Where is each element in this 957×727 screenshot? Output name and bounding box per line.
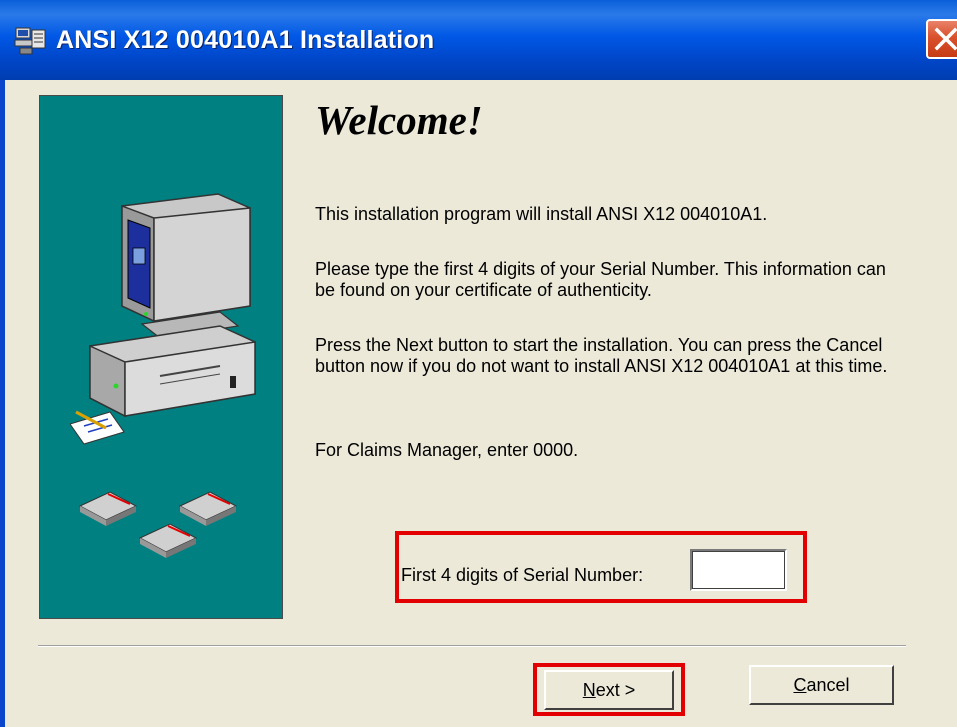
window-title: ANSI X12 004010A1 Installation [56,26,435,54]
next-button[interactable]: Next > [544,670,674,710]
cancel-label: ancel [806,675,850,695]
intro-text: This installation program will install A… [315,204,768,224]
next-mnemonic: N [582,680,596,700]
title-bar[interactable]: ANSI X12 004010A1 Installation [0,0,957,80]
serial-number-input[interactable] [690,549,787,591]
next-label: ext > [595,680,636,700]
close-button[interactable] [926,19,957,59]
divider-line [38,645,906,647]
window-frame-left [0,80,5,727]
side-panel-image [39,95,283,619]
cancel-button[interactable]: Cancel [749,665,894,705]
serial-instructions-text: Please type the first 4 digits of your S… [315,259,886,300]
serial-number-label: First 4 digits of Serial Number: [401,565,644,585]
welcome-heading: Welcome! [315,97,483,143]
computer-illustration [70,193,256,445]
claims-manager-note: For Claims Manager, enter 0000. [315,440,579,460]
next-cancel-instructions-text: Press the Next button to start the insta… [315,335,888,376]
floppy-disks-illustration [78,491,238,558]
installer-window: ANSI X12 004010A1 Installation Welcome! … [0,0,957,727]
cancel-mnemonic: C [793,675,807,695]
close-icon [934,27,957,51]
installer-icon [14,24,48,56]
